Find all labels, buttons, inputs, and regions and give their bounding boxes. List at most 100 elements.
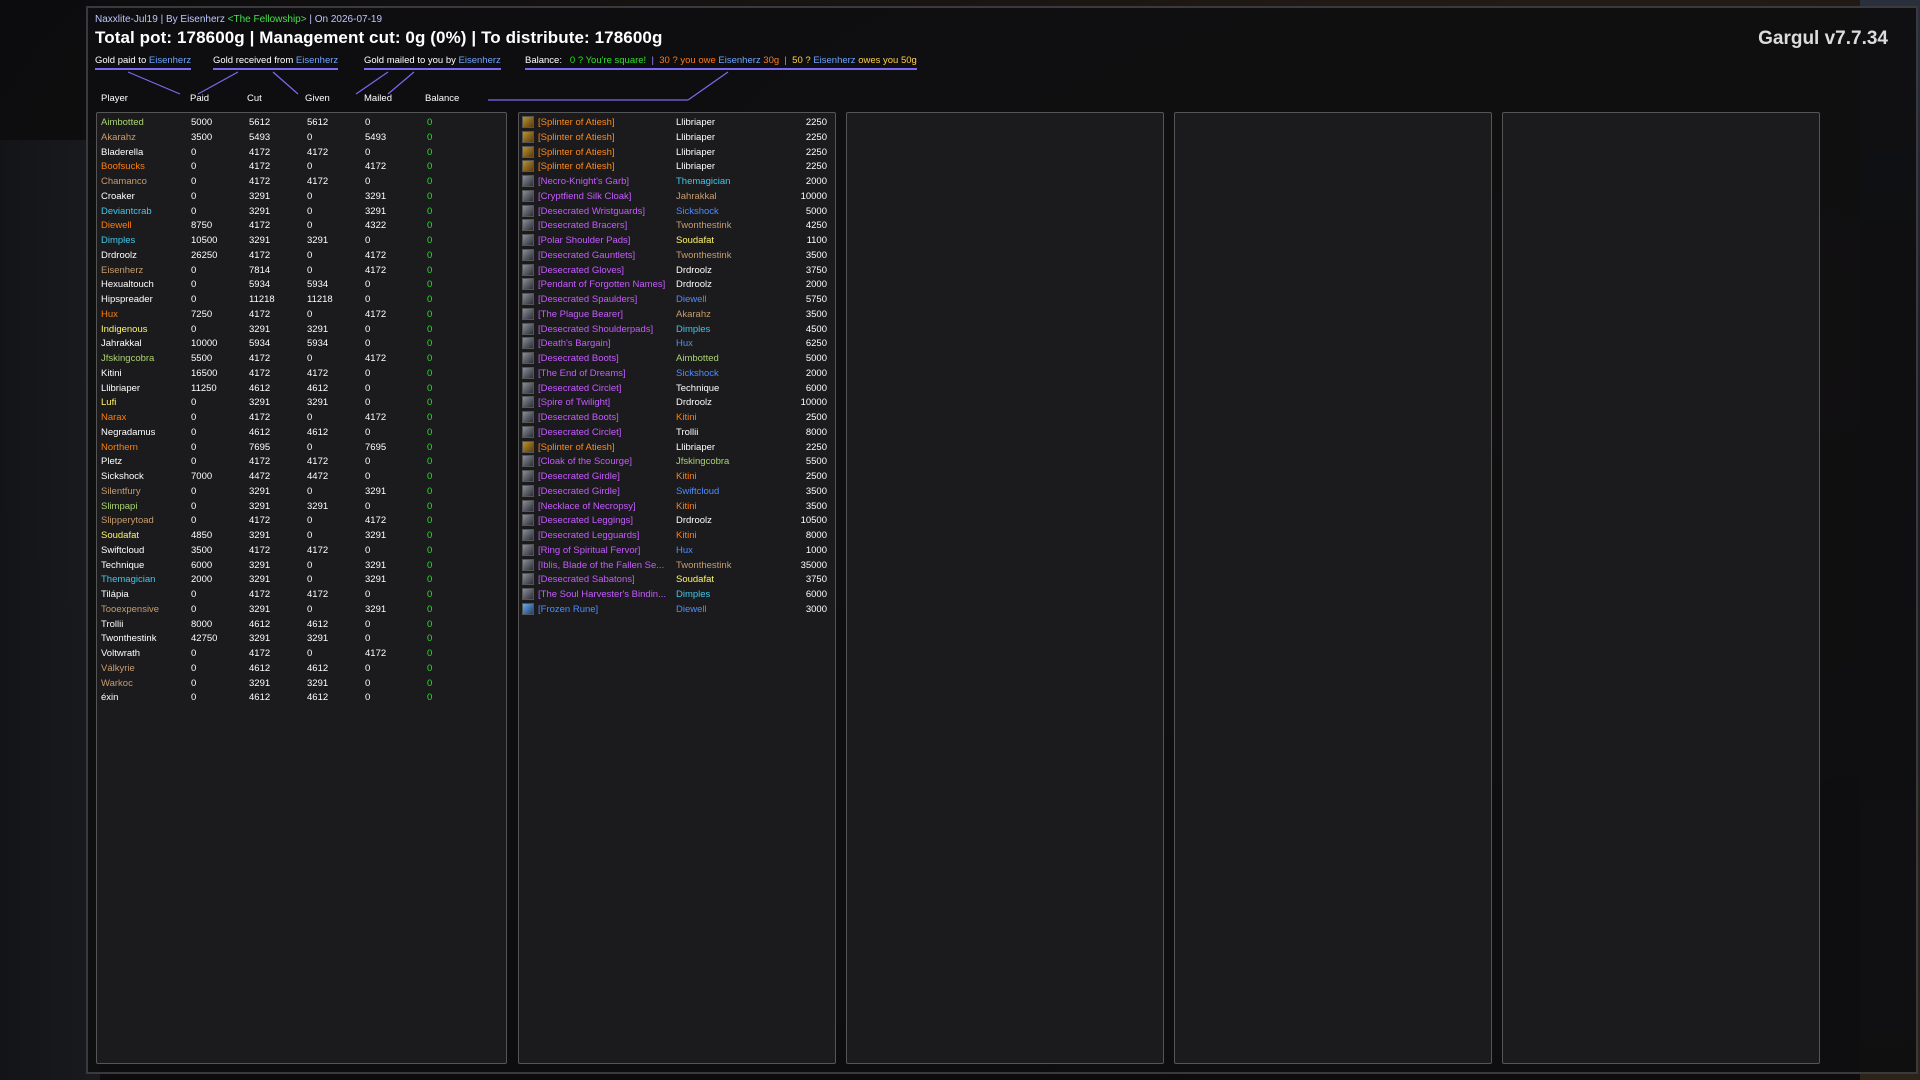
- loot-row[interactable]: [Desecrated Boots] Kitini 2500: [519, 411, 835, 425]
- loot-row[interactable]: [Iblis, Blade of the Fallen Se... Twonthe…: [519, 558, 835, 573]
- player-row[interactable]: Voltwrath 0 4172 0 4172 0: [97, 647, 506, 661]
- item-link[interactable]: [Desecrated Gloves]: [538, 265, 624, 276]
- player-row[interactable]: Tilápia 0 4172 4172 0 0: [97, 588, 506, 602]
- loot-row[interactable]: [Desecrated Wristguards] Sickshock 5000: [519, 204, 835, 219]
- player-row[interactable]: Kitini 16500 4172 4172 0 0: [97, 367, 506, 381]
- item-link[interactable]: [Necklace of Necropsy]: [538, 501, 636, 512]
- loot-row[interactable]: [Cloak of the Scourge] Jfskingcobra 5500: [519, 455, 835, 469]
- loot-row[interactable]: [Splinter of Atiesh] Llibriaper 2250: [519, 160, 835, 174]
- item-icon[interactable]: [522, 366, 534, 379]
- player-row[interactable]: Llibriaper 11250 4612 4612 0 0: [97, 382, 506, 396]
- item-icon[interactable]: [522, 234, 534, 246]
- player-row[interactable]: Silentfury 0 3291 0 3291 0: [97, 485, 506, 499]
- item-icon[interactable]: [522, 204, 534, 217]
- player-row[interactable]: Jfskingcobra 5500 4172 0 4172 0: [97, 352, 506, 366]
- player-row[interactable]: Swiftcloud 3500 4172 4172 0 0: [97, 544, 506, 558]
- item-link[interactable]: [Desecrated Legguards]: [538, 530, 639, 541]
- player-row[interactable]: Themagician 2000 3291 0 3291 0: [97, 573, 506, 587]
- player-row[interactable]: Hux 7250 4172 0 4172 0: [97, 308, 506, 322]
- item-icon[interactable]: [522, 307, 534, 320]
- loot-row[interactable]: [Desecrated Leggings] Drdroolz 10500: [519, 514, 835, 528]
- item-link[interactable]: [Necro-Knight's Garb]: [538, 176, 629, 187]
- player-row[interactable]: Akarahz 3500 5493 0 5493 0: [97, 131, 506, 145]
- loot-row[interactable]: [Necro-Knight's Garb] Themagician 2000: [519, 175, 835, 189]
- item-icon[interactable]: [522, 529, 534, 541]
- player-row[interactable]: Negradamus 0 4612 4612 0 0: [97, 426, 506, 440]
- item-link[interactable]: [Splinter of Atiesh]: [538, 147, 615, 158]
- loot-row[interactable]: [Splinter of Atiesh] Llibriaper 2250: [519, 440, 835, 455]
- loot-row[interactable]: [Splinter of Atiesh] Llibriaper 2250: [519, 116, 835, 130]
- player-row[interactable]: Boofsucks 0 4172 0 4172 0: [97, 160, 506, 174]
- item-link[interactable]: [Iblis, Blade of the Fallen Se...: [538, 560, 664, 571]
- player-row[interactable]: Sickshock 7000 4472 4472 0 0: [97, 470, 506, 484]
- player-row[interactable]: Bladerella 0 4172 4172 0 0: [97, 146, 506, 160]
- player-row[interactable]: Hexualtouch 0 5934 5934 0 0: [97, 278, 506, 292]
- loot-row[interactable]: [Desecrated Girdle] Kitini 2500: [519, 470, 835, 484]
- item-link[interactable]: [Desecrated Circlet]: [538, 427, 621, 438]
- loot-row[interactable]: [Death's Bargain] Hux 6250: [519, 337, 835, 351]
- loot-row[interactable]: [Desecrated Circlet] Technique 6000: [519, 381, 835, 396]
- item-link[interactable]: [Cryptfiend Silk Cloak]: [538, 191, 631, 202]
- item-link[interactable]: [Desecrated Girdle]: [538, 486, 620, 497]
- loot-row[interactable]: [Desecrated Gloves] Drdroolz 3750: [519, 263, 835, 278]
- player-row[interactable]: Indigenous 0 3291 3291 0 0: [97, 323, 506, 337]
- loot-row[interactable]: [Desecrated Gauntlets] Twonthestink 3500: [519, 248, 835, 263]
- loot-row[interactable]: [Splinter of Atiesh] Llibriaper 2250: [519, 130, 835, 145]
- loot-row[interactable]: [Pendant of Forgotten Names] Drdroolz 2000: [519, 278, 835, 292]
- item-icon[interactable]: [522, 175, 534, 187]
- item-icon[interactable]: [522, 484, 534, 497]
- item-link[interactable]: [Ring of Spiritual Fervor]: [538, 545, 640, 556]
- item-link[interactable]: [Cloak of the Scourge]: [538, 456, 632, 467]
- player-row[interactable]: Twonthestink 42750 3291 3291 0 0: [97, 632, 506, 646]
- item-icon[interactable]: [522, 160, 534, 173]
- loot-row[interactable]: [Desecrated Shoulderpads] Dimples 4500: [519, 322, 835, 337]
- player-row[interactable]: Eisenherz 0 7814 0 4172 0: [97, 264, 506, 278]
- player-row[interactable]: Lufi 0 3291 3291 0 0: [97, 396, 506, 410]
- item-icon[interactable]: [522, 322, 534, 335]
- item-link[interactable]: [Desecrated Spaulders]: [538, 294, 637, 305]
- item-icon[interactable]: [522, 470, 534, 482]
- item-link[interactable]: [The Soul Harvester's Bindin...: [538, 589, 666, 600]
- item-link[interactable]: [Spire of Twilight]: [538, 397, 610, 408]
- item-link[interactable]: [Splinter of Atiesh]: [538, 442, 615, 453]
- item-link[interactable]: [Desecrated Boots]: [538, 353, 619, 364]
- item-link[interactable]: [Desecrated Boots]: [538, 412, 619, 423]
- item-link[interactable]: [Splinter of Atiesh]: [538, 132, 615, 143]
- item-icon[interactable]: [522, 293, 534, 305]
- loot-row[interactable]: [The End of Dreams] Sickshock 2000: [519, 366, 835, 381]
- player-row[interactable]: Slipperytoad 0 4172 0 4172 0: [97, 514, 506, 528]
- loot-row[interactable]: [Spire of Twilight] Drdroolz 10000: [519, 396, 835, 410]
- item-icon[interactable]: [522, 130, 534, 143]
- loot-row[interactable]: [Desecrated Boots] Aimbotted 5000: [519, 352, 835, 366]
- item-link[interactable]: [Desecrated Gauntlets]: [538, 250, 635, 261]
- item-icon[interactable]: [522, 352, 534, 364]
- player-row[interactable]: Croaker 0 3291 0 3291 0: [97, 190, 506, 204]
- item-link[interactable]: [Desecrated Leggings]: [538, 515, 633, 526]
- loot-row[interactable]: [Splinter of Atiesh] Llibriaper 2250: [519, 145, 835, 160]
- loot-row[interactable]: [The Plague Bearer] Akarahz 3500: [519, 307, 835, 322]
- loot-row[interactable]: [Desecrated Girdle] Swiftcloud 3500: [519, 484, 835, 499]
- item-icon[interactable]: [522, 543, 534, 556]
- loot-row[interactable]: [Desecrated Bracers] Twonthestink 4250: [519, 219, 835, 233]
- player-row[interactable]: Narax 0 4172 0 4172 0: [97, 411, 506, 425]
- player-row[interactable]: Pletz 0 4172 4172 0 0: [97, 455, 506, 469]
- item-icon[interactable]: [522, 499, 534, 512]
- loot-row[interactable]: [Polar Shoulder Pads] Soudafat 1100: [519, 234, 835, 248]
- item-icon[interactable]: [522, 558, 534, 571]
- item-icon[interactable]: [522, 588, 534, 600]
- player-row[interactable]: Aimbotted 5000 5612 5612 0 0: [97, 116, 506, 130]
- item-link[interactable]: [Desecrated Circlet]: [538, 383, 621, 394]
- item-link[interactable]: [Splinter of Atiesh]: [538, 117, 615, 128]
- item-icon[interactable]: [522, 381, 534, 394]
- item-icon[interactable]: [522, 337, 534, 350]
- item-icon[interactable]: [522, 514, 534, 527]
- item-icon[interactable]: [522, 396, 534, 409]
- item-link[interactable]: [Desecrated Wristguards]: [538, 206, 645, 217]
- player-row[interactable]: Northern 0 7695 0 7695 0: [97, 441, 506, 455]
- item-icon[interactable]: [522, 573, 534, 586]
- item-link[interactable]: [Death's Bargain]: [538, 338, 611, 349]
- player-row[interactable]: Chamanco 0 4172 4172 0 0: [97, 175, 506, 189]
- player-row[interactable]: Deviantcrab 0 3291 0 3291 0: [97, 205, 506, 219]
- player-row[interactable]: Diewell 8750 4172 0 4322 0: [97, 219, 506, 233]
- player-row[interactable]: Válkyrie 0 4612 4612 0 0: [97, 662, 506, 676]
